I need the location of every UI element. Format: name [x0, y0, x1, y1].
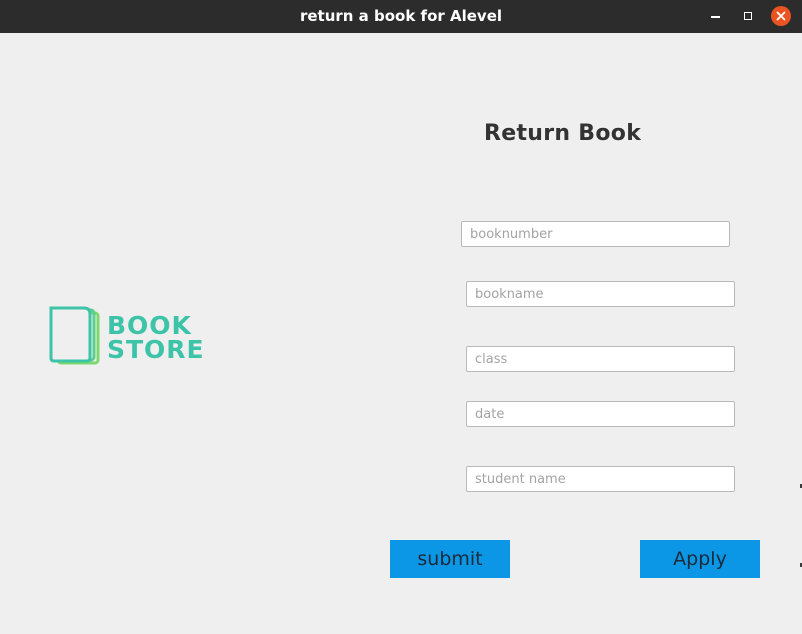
logo-text-store: STORE — [107, 335, 205, 364]
booknumber-field[interactable] — [461, 221, 730, 247]
date-field[interactable] — [466, 401, 735, 427]
maximize-icon — [744, 12, 752, 20]
book-stack-icon — [49, 306, 100, 365]
bookname-field[interactable] — [466, 281, 735, 307]
close-button[interactable] — [771, 6, 791, 26]
window-title: return a book for Alevel — [299, 7, 503, 25]
class-field[interactable] — [466, 346, 735, 372]
close-icon — [776, 11, 786, 21]
window-titlebar[interactable]: return a book for Alevel — [0, 0, 802, 33]
maximize-button[interactable] — [738, 6, 758, 26]
student-name-field[interactable] — [466, 466, 735, 492]
submit-button[interactable]: submit — [390, 540, 510, 578]
minimize-button[interactable] — [705, 6, 725, 26]
page-title: Return Book — [484, 121, 642, 146]
minimize-icon — [710, 16, 720, 18]
apply-button[interactable]: Apply — [640, 540, 760, 578]
bookstore-logo: BOOK STORE — [48, 305, 218, 367]
